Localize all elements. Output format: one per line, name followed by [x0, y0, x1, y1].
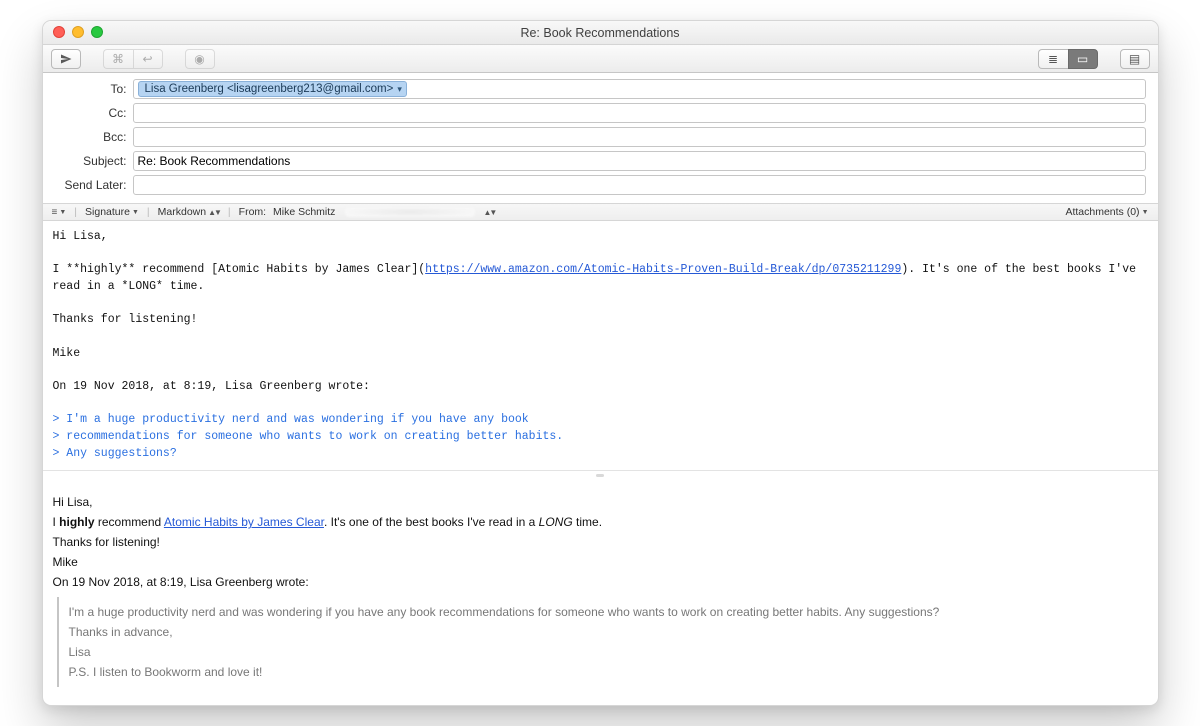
view-preview-button[interactable]: ▭	[1068, 49, 1098, 69]
toolbar: ⌘ ↩ ◉ ≣ ▭ ▤	[43, 45, 1158, 73]
dropdown-caret-icon: ▼	[132, 209, 139, 216]
preview-greeting: Hi Lisa,	[53, 495, 1148, 509]
paper-plane-icon	[59, 53, 73, 65]
preview-bold: highly	[59, 515, 94, 529]
preview-link[interactable]: Atomic Habits by James Clear	[164, 515, 324, 529]
preview-reply-header: On 19 Nov 2018, at 8:19, Lisa Greenberg …	[53, 575, 1148, 589]
recipient-text: Lisa Greenberg <lisagreenberg213@gmail.c…	[145, 83, 394, 95]
md-quote: > Any suggestions?	[53, 447, 177, 460]
preview-icon: ▭	[1077, 52, 1088, 66]
reply-undo-button[interactable]: ↩	[133, 49, 163, 69]
compose-window: Re: Book Recommendations ⌘ ↩ ◉ ≣ ▭	[42, 20, 1159, 706]
sendlater-label: Send Later:	[55, 178, 133, 192]
headers-section: To: Lisa Greenberg <lisagreenberg213@gma…	[43, 73, 1158, 203]
attachments-label: Attachments (0)	[1065, 206, 1139, 218]
titlebar: Re: Book Recommendations	[43, 21, 1158, 45]
bcc-field[interactable]	[133, 127, 1146, 147]
subject-input[interactable]	[138, 154, 1141, 168]
format-label: Markdown	[158, 206, 206, 218]
md-line: Thanks for listening!	[53, 313, 198, 326]
md-line: Mike	[53, 347, 81, 360]
sendlater-field[interactable]	[133, 175, 1146, 195]
redacted-area	[345, 207, 475, 217]
menu-icon: ≡	[52, 207, 58, 218]
subject-label: Subject:	[55, 154, 133, 168]
md-line: I **highly** recommend [Atomic Habits by…	[53, 263, 426, 276]
options-bar: ≡▼ | Signature ▼ | Markdown ▲▼ | From: M…	[43, 203, 1158, 221]
subject-field[interactable]	[133, 151, 1146, 171]
recipient-token[interactable]: Lisa Greenberg <lisagreenberg213@gmail.c…	[138, 81, 407, 97]
preview-text: recommend	[95, 515, 164, 529]
quote-line: Thanks in advance,	[69, 625, 1140, 639]
bcc-input[interactable]	[138, 130, 1141, 144]
cc-field[interactable]	[133, 103, 1146, 123]
md-line: On 19 Nov 2018, at 8:19, Lisa Greenberg …	[53, 380, 370, 393]
options-menu-button[interactable]: ≡▼	[47, 204, 72, 220]
preview-thanks: Thanks for listening!	[53, 535, 1148, 549]
preview-text: time.	[573, 515, 602, 529]
stepper-icon: ▲▼	[208, 208, 220, 217]
splitter-handle[interactable]	[43, 471, 1158, 479]
camera-icon: ◉	[194, 52, 204, 66]
window-title: Re: Book Recommendations	[520, 26, 679, 40]
list-icon: ≣	[1048, 52, 1058, 66]
view-headers-button[interactable]: ≣	[1038, 49, 1068, 69]
quote-line: I'm a huge productivity nerd and was won…	[69, 605, 1140, 619]
format-dropdown[interactable]: Markdown ▲▼	[153, 204, 225, 220]
paperclip-icon: ⌘	[112, 52, 124, 66]
camera-button[interactable]: ◉	[185, 49, 215, 69]
dropdown-caret-icon: ▼	[1142, 209, 1149, 216]
from-dropdown[interactable]: From: Mike Schmitz ▲▼	[234, 204, 501, 220]
preview-pane: Hi Lisa, I highly recommend Atomic Habit…	[43, 479, 1158, 705]
stepper-icon: ▲▼	[483, 208, 495, 217]
md-quote: > recommendations for someone who wants …	[53, 430, 564, 443]
preview-italic: LONG	[539, 515, 573, 529]
zoom-button[interactable]	[91, 26, 103, 38]
to-field[interactable]: Lisa Greenberg <lisagreenberg213@gmail.c…	[133, 79, 1146, 99]
md-line: Hi Lisa,	[53, 230, 108, 243]
minimize-button[interactable]	[72, 26, 84, 38]
quoted-reply: I'm a huge productivity nerd and was won…	[57, 597, 1148, 687]
preview-body: I highly recommend Atomic Habits by Jame…	[53, 515, 1148, 529]
save-draft-button[interactable]: ▤	[1120, 49, 1150, 69]
preview-signoff: Mike	[53, 555, 1148, 569]
sendlater-input[interactable]	[138, 178, 1141, 192]
signature-label: Signature	[85, 206, 130, 218]
quote-line: Lisa	[69, 645, 1140, 659]
close-button[interactable]	[53, 26, 65, 38]
cc-input[interactable]	[138, 106, 1141, 120]
bcc-label: Bcc:	[55, 130, 133, 144]
md-quote: > I'm a huge productivity nerd and was w…	[53, 413, 529, 426]
attachments-dropdown[interactable]: Attachments (0) ▼	[1060, 204, 1153, 220]
dropdown-caret-icon: ▼	[59, 209, 66, 216]
from-value: Mike Schmitz	[273, 206, 335, 218]
window-controls	[53, 26, 103, 38]
cc-label: Cc:	[55, 106, 133, 120]
reply-arrow-icon: ↩	[142, 52, 152, 66]
md-link: https://www.amazon.com/Atomic-Habits-Pro…	[425, 263, 901, 276]
markdown-editor[interactable]: Hi Lisa, I **highly** recommend [Atomic …	[43, 221, 1158, 471]
to-label: To:	[55, 82, 133, 96]
save-icon: ▤	[1129, 52, 1140, 66]
quote-line: P.S. I listen to Bookworm and love it!	[69, 665, 1140, 679]
signature-dropdown[interactable]: Signature ▼	[80, 204, 144, 220]
attach-button[interactable]: ⌘	[103, 49, 133, 69]
send-button[interactable]	[51, 49, 81, 69]
chevron-down-icon: ▾	[397, 84, 402, 95]
from-label: From:	[239, 206, 266, 218]
preview-text: . It's one of the best books I've read i…	[324, 515, 539, 529]
